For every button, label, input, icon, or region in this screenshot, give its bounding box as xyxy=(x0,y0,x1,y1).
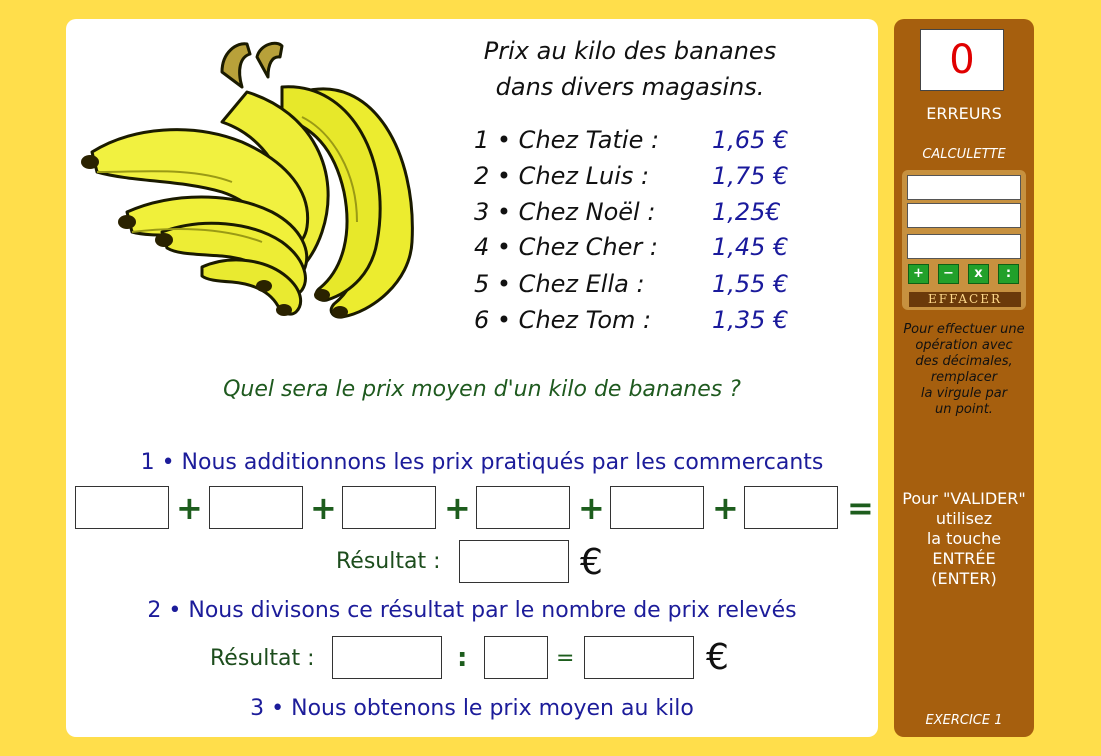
title-line-2: dans divers magasins. xyxy=(495,73,765,101)
calc-field-2[interactable] xyxy=(907,203,1021,228)
errors-label: ERREURS xyxy=(926,104,1002,123)
shop-price: 1,25€ xyxy=(712,198,781,226)
shop-name: 2 • Chez Luis : xyxy=(474,162,650,190)
euro-sign: € xyxy=(580,542,603,583)
decimal-hint: Pour effectuer une opération avec des dé… xyxy=(894,322,1034,418)
divisor-input[interactable] xyxy=(484,636,548,679)
hint-line: Pour effectuer une xyxy=(903,322,1025,337)
price-input-4[interactable] xyxy=(476,486,570,529)
hint-line: la virgule par xyxy=(920,386,1008,401)
shop-name: 1 • Chez Tatie : xyxy=(474,126,660,154)
validate-line: (ENTER) xyxy=(931,569,997,588)
error-counter: 0 xyxy=(920,29,1004,91)
price-input-1[interactable] xyxy=(75,486,169,529)
calc-field-result[interactable] xyxy=(907,234,1021,259)
price-input-6[interactable] xyxy=(744,486,838,529)
step-2-label: 2 • Nous divisons ce résultat par le nom… xyxy=(147,598,797,623)
plus-sign: + xyxy=(176,489,203,527)
shop-name: 3 • Chez Noël : xyxy=(474,198,656,226)
hint-line: remplacer xyxy=(930,370,998,385)
shop-name: 6 • Chez Tom : xyxy=(474,306,652,334)
calc-plus-button[interactable]: + xyxy=(908,264,929,284)
calc-minus-button[interactable]: − xyxy=(938,264,959,284)
calculator-label: CALCULETTE xyxy=(922,147,1006,162)
hint-line: opération avec xyxy=(915,338,1013,353)
plus-sign: + xyxy=(310,489,337,527)
shop-price: 1,65 € xyxy=(712,126,789,154)
exercise-label: EXERCICE 1 xyxy=(925,713,1003,728)
price-input-5[interactable] xyxy=(610,486,704,529)
euro-sign: € xyxy=(706,637,729,678)
step-1-label: 1 • Nous additionnons les prix pratiqués… xyxy=(140,450,824,475)
shop-name: 5 • Chez Ella : xyxy=(474,270,645,298)
step-3-label: 3 • Nous obtenons le prix moyen au kilo xyxy=(250,696,694,721)
validate-line: la touche xyxy=(926,529,1002,548)
equals-sign: = xyxy=(847,489,874,527)
title-line-1: Prix au kilo des bananes xyxy=(483,37,777,65)
divide-sign: : xyxy=(457,643,468,673)
calc-multiply-button[interactable]: x xyxy=(968,264,989,284)
average-input[interactable] xyxy=(584,636,694,679)
validate-line: utilisez xyxy=(935,509,993,528)
shop-price: 1,45 € xyxy=(712,233,789,261)
validate-line: Pour "VALIDER" xyxy=(902,489,1026,508)
validate-line: ENTRÉE xyxy=(932,549,996,568)
shop-name: 4 • Chez Cher : xyxy=(474,233,658,261)
hint-line: un point. xyxy=(935,402,993,417)
shop-price: 1,75 € xyxy=(712,162,789,190)
clear-button[interactable]: EFFACER xyxy=(909,292,1021,307)
plus-sign: + xyxy=(578,489,605,527)
validate-hint: Pour "VALIDER" utilisez la touche ENTRÉE… xyxy=(894,489,1034,589)
calc-divide-button[interactable]: : xyxy=(998,264,1019,284)
question-text: Quel sera le prix moyen d'un kilo de ban… xyxy=(223,377,741,402)
sum-result-input[interactable] xyxy=(459,540,569,583)
division-result-label: Résultat : xyxy=(210,646,315,671)
plus-sign: + xyxy=(712,489,739,527)
price-input-2[interactable] xyxy=(209,486,303,529)
shop-price: 1,35 € xyxy=(712,306,789,334)
banana-bunch-icon xyxy=(81,41,414,319)
hint-line: des décimales, xyxy=(915,354,1013,369)
dividend-input[interactable] xyxy=(332,636,442,679)
plus-sign: + xyxy=(444,489,471,527)
price-input-3[interactable] xyxy=(342,486,436,529)
calc-field-1[interactable] xyxy=(907,175,1021,200)
shop-price: 1,55 € xyxy=(712,270,789,298)
equals-sign: = xyxy=(556,646,575,671)
sum-result-label: Résultat : xyxy=(336,549,441,574)
